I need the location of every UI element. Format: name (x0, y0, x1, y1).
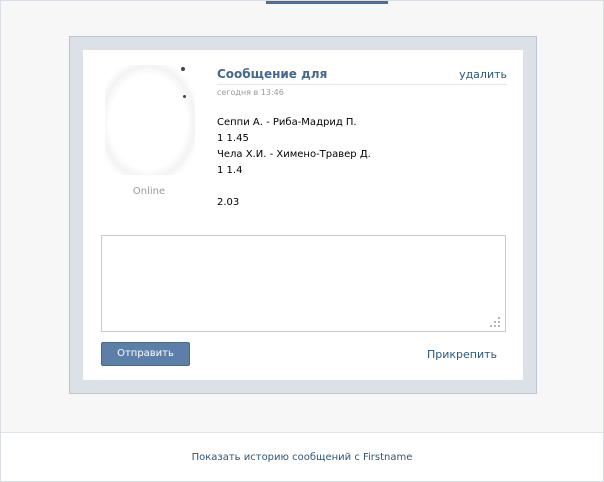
message-line (217, 179, 371, 195)
message-timestamp: сегодня в 13:46 (217, 88, 284, 97)
avatar-artifact (181, 67, 185, 71)
reply-textarea[interactable] (101, 235, 506, 332)
message-body: Сеппи А. - Риба-Мадрид П. 1 1.45 Чела Х.… (217, 115, 371, 211)
avatar-artifact (183, 95, 186, 98)
message-line: Чела Х.И. - Химено-Травер Д. (217, 149, 371, 160)
message-dialog: Online Сообщение для удалить сегодня в 1… (69, 36, 537, 394)
title-divider (217, 84, 507, 85)
active-tab-indicator (266, 1, 388, 4)
avatar[interactable] (105, 65, 195, 175)
online-status: Online (132, 186, 166, 197)
delete-link[interactable]: удалить (459, 68, 507, 81)
attach-link[interactable]: Прикрепить (427, 348, 497, 361)
message-line: 2.03 (217, 197, 240, 208)
message-line: Сеппи А. - Риба-Мадрид П. (217, 117, 357, 128)
send-button[interactable]: Отправить (101, 342, 190, 366)
show-history-link[interactable]: Показать историю сообщений с Firstname (1, 452, 603, 463)
message-line: 1 1.45 (217, 133, 249, 144)
message-title: Сообщение для (217, 67, 328, 81)
message-panel: Online Сообщение для удалить сегодня в 1… (83, 50, 523, 380)
message-line: 1 1.4 (217, 165, 243, 176)
page-frame: Online Сообщение для удалить сегодня в 1… (0, 0, 604, 482)
footer-bar: Показать историю сообщений с Firstname (1, 433, 603, 481)
